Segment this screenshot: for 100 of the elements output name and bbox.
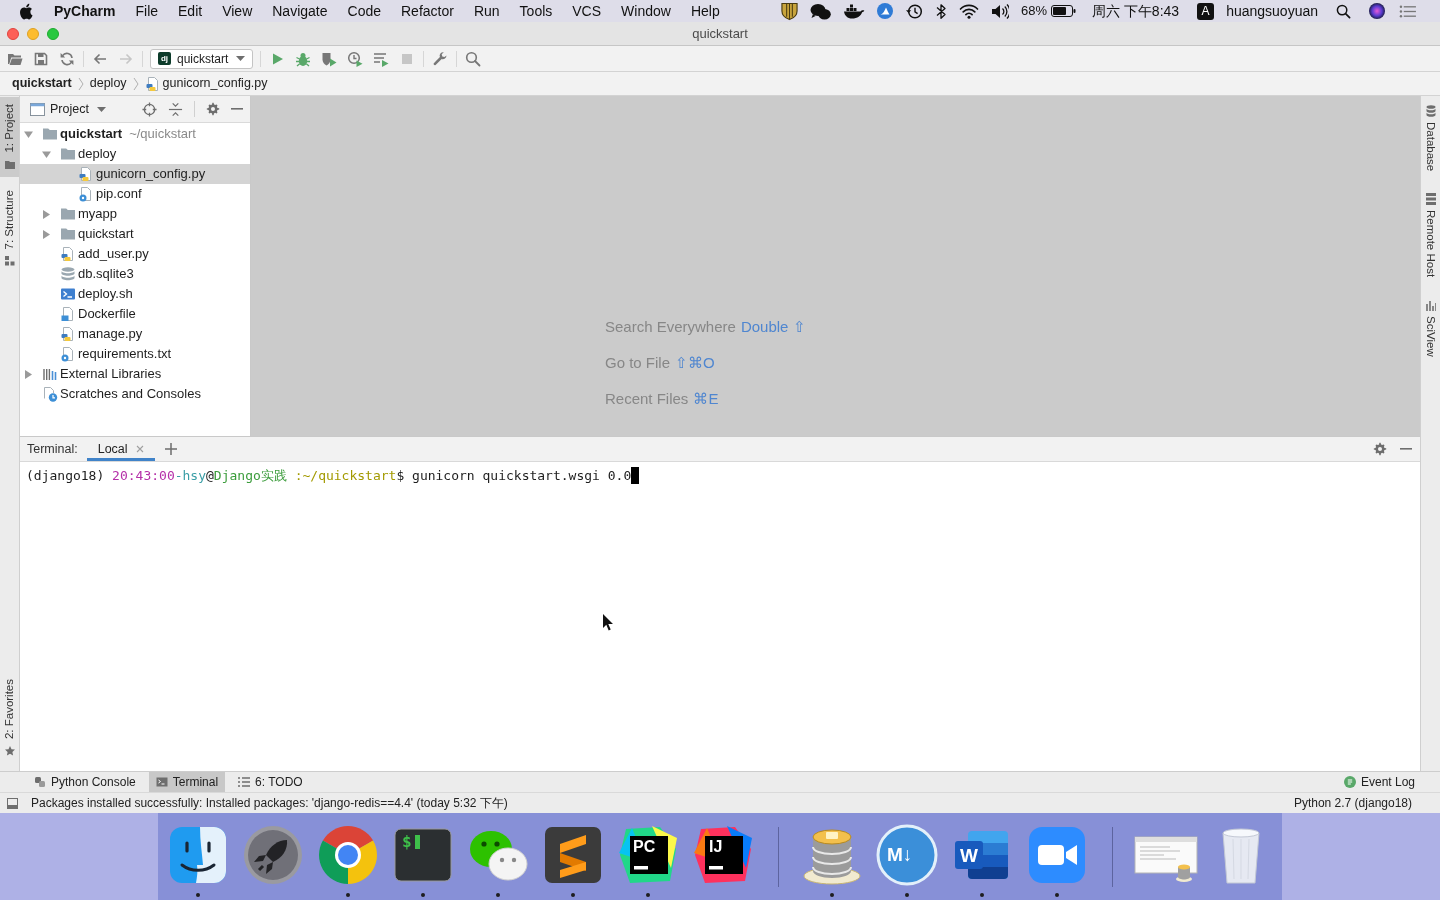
clock-play-icon[interactable] (347, 50, 363, 67)
tree-item[interactable]: quickstart (20, 224, 250, 244)
input-source-indicator[interactable]: A (1197, 2, 1215, 20)
hint-text: Search Everywhere (605, 318, 736, 336)
checklist-icon (238, 776, 251, 788)
caret-down-icon[interactable] (42, 149, 51, 159)
caret-right-icon[interactable] (24, 369, 33, 379)
round-logo-icon[interactable] (876, 3, 893, 19)
tool-window-button[interactable]: Python Console (27, 772, 143, 792)
plus-icon[interactable] (164, 443, 177, 455)
tree-item[interactable]: db.sqlite3 (20, 264, 250, 284)
tool-window-button[interactable]: Event Log (1336, 772, 1422, 792)
menu-item[interactable]: VCS (572, 0, 602, 22)
tool-window-tab[interactable]: 2: Favorites (0, 671, 19, 763)
tree-item[interactable]: myapp (20, 204, 250, 224)
menu-item[interactable]: View (222, 0, 253, 22)
tool-window-tab[interactable]: 7: Structure (0, 182, 19, 274)
logo-text: dj (158, 52, 171, 65)
run-configuration-dropdown[interactable]: dj quickstart (150, 48, 253, 69)
app-menu[interactable]: PyCharm (54, 0, 116, 22)
panel-toggle-icon[interactable] (7, 797, 18, 809)
tree-item[interactable]: quickstart ~/quickstart (20, 124, 250, 144)
history-clock-icon[interactable] (904, 2, 923, 20)
minimize-icon[interactable] (1400, 448, 1412, 450)
tree-item[interactable]: Dockerfile (20, 304, 250, 324)
python-file-icon (60, 326, 76, 342)
mouse-pointer-icon (603, 614, 614, 631)
tool-window-button[interactable]: 6: TODO (231, 772, 310, 792)
tree-item[interactable]: deploy (20, 144, 250, 164)
sync-icon[interactable] (59, 50, 75, 67)
shield-icon[interactable] (780, 1, 798, 21)
close-icon[interactable] (135, 445, 144, 453)
tree-item[interactable]: pip.conf (20, 184, 250, 204)
tool-window-tab[interactable]: SciView (1421, 291, 1440, 366)
caret-right-icon[interactable] (42, 229, 51, 239)
caret-right-icon[interactable] (42, 209, 51, 219)
apple-icon[interactable] (19, 2, 33, 20)
round-logo-app-icon[interactable] (316, 823, 380, 887)
terminal-script-icon (60, 286, 76, 302)
tree-item[interactable]: manage.py (20, 324, 250, 344)
clock-text[interactable]: 周六 下午8:43 (1092, 0, 1180, 22)
terminal-tab[interactable]: Local (86, 437, 155, 461)
search-icon[interactable] (1336, 3, 1351, 19)
zoom-window-button[interactable] (47, 27, 59, 40)
chevron-right-icon (77, 76, 84, 91)
minimize-icon[interactable] (231, 108, 243, 110)
window-icon (30, 102, 45, 116)
menu-item[interactable]: Help (690, 0, 720, 22)
tool-window-button[interactable]: Terminal (148, 772, 226, 792)
bar-chart-icon (1425, 299, 1436, 312)
shield-play-icon[interactable] (321, 50, 337, 67)
rocket-app-icon[interactable] (241, 823, 305, 887)
collapse-all-icon[interactable] (168, 101, 183, 117)
breadcrumb-item[interactable]: quickstart (12, 74, 72, 93)
menu-item[interactable]: Code (347, 0, 381, 22)
chat-bubbles-icon[interactable] (809, 2, 831, 20)
menu-item[interactable]: Window (621, 0, 671, 22)
user-name[interactable]: huangsuoyuan (1226, 0, 1318, 22)
breadcrumb-item[interactable]: deploy (89, 74, 127, 93)
tree-item[interactable]: Scratches and Consoles (20, 384, 250, 404)
menu-item[interactable]: Tools (519, 0, 553, 22)
menu-item[interactable]: Edit (178, 0, 203, 22)
tool-window-tab[interactable]: 1: Project (0, 97, 19, 177)
interpreter-indicator[interactable]: Python 2.7 (django18) (1293, 794, 1412, 812)
tool-window-tab[interactable]: Database (1421, 97, 1440, 180)
orb-icon[interactable] (1369, 3, 1385, 19)
settings-icon[interactable] (1373, 442, 1387, 456)
caret-down-icon (236, 56, 245, 61)
shortcut-text: ⇧⌘O (675, 354, 715, 372)
shortcut-text: ⌘E (693, 390, 719, 408)
tree-item[interactable]: add_user.py (20, 244, 250, 264)
battery-icon[interactable] (1051, 5, 1076, 17)
squares-icon (4, 256, 15, 267)
list-play-icon[interactable] (373, 50, 389, 67)
crosshair-icon[interactable] (142, 101, 157, 117)
close-window-button[interactable] (7, 27, 19, 40)
bluetooth-icon[interactable] (934, 2, 947, 20)
menu-item[interactable]: Navigate (272, 0, 328, 22)
menu-item[interactable]: File (135, 0, 159, 22)
bug-icon[interactable] (295, 50, 311, 67)
list-icon[interactable] (1399, 3, 1416, 19)
wifi-icon[interactable] (958, 3, 979, 19)
wrench-icon[interactable] (432, 50, 448, 67)
menu-item[interactable]: Run (473, 0, 500, 22)
python-file-icon (60, 246, 76, 262)
caret-down-icon[interactable] (24, 129, 33, 139)
tree-item[interactable]: requirements.txt (20, 344, 250, 364)
shortcut-text: Double ⇧ (740, 318, 806, 336)
settings-icon[interactable] (206, 102, 220, 116)
tree-item[interactable]: gunicorn_config.py (20, 164, 250, 184)
volume-icon[interactable] (990, 2, 1009, 20)
breadcrumb-item[interactable]: gunicorn_config.py (144, 74, 268, 93)
whale-icon[interactable] (842, 3, 865, 19)
chevron-right-icon (132, 76, 139, 91)
tree-item[interactable]: External Libraries (20, 364, 250, 384)
battery-percentage: 68% (1020, 2, 1047, 21)
menu-item[interactable]: Refactor (401, 0, 454, 22)
tool-window-tab[interactable]: Remote Host (1421, 185, 1440, 286)
tree-item[interactable]: deploy.sh (20, 284, 250, 304)
view-selector[interactable]: Project (30, 99, 106, 119)
